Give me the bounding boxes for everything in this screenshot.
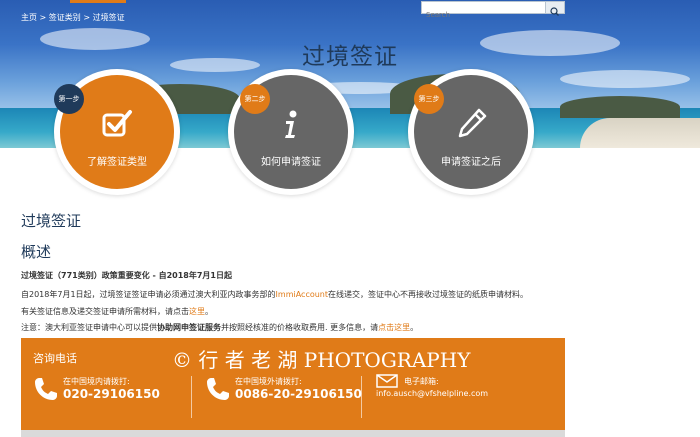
- domestic-phone-label: 在中国境内请拨打:: [63, 377, 130, 386]
- overview-heading: 概述: [21, 243, 52, 261]
- domestic-phone-block: 在中国境内请拨打: 020-29106150: [33, 374, 183, 416]
- column-divider: [361, 376, 362, 418]
- step-2-label: 如何申请签证: [261, 157, 321, 168]
- paragraph-1-text-end: 在线递交，签证中心不再接收过境签证的纸质申请材料。: [328, 290, 529, 299]
- paragraph-3: 注意：澳大利亚签证申请中心可以提供协助网申签证服务并按照经核准的价格收取费用. …: [21, 322, 418, 333]
- breadcrumb-separator: >: [37, 13, 49, 22]
- overseas-phone-number[interactable]: 0086-20-29106150: [235, 387, 362, 401]
- column-divider: [191, 376, 192, 418]
- email-block: 电子邮箱: info.ausch@vfshelpline.com: [376, 374, 556, 416]
- top-accent-bar: [70, 0, 126, 3]
- island: [560, 96, 680, 118]
- paragraph-3-text-end: 。: [410, 323, 419, 332]
- domestic-phone-number[interactable]: 020-29106150: [63, 387, 160, 401]
- paragraph-3-text: 注意：澳大利亚签证申请中心可以提供: [21, 323, 157, 332]
- section-heading: 过境签证: [21, 212, 82, 230]
- phone-icon: [35, 378, 57, 400]
- step-1-badge: 第一步: [54, 84, 84, 114]
- cloud: [560, 70, 690, 88]
- breadcrumb-separator: >: [80, 13, 93, 22]
- step-3-badge: 第三步: [414, 84, 444, 114]
- beach: [580, 118, 700, 148]
- overseas-phone-block: 在中国境外请拨打: 0086-20-29106150: [205, 374, 370, 416]
- breadcrumb-current: 过境签证: [92, 13, 125, 22]
- step-2-badge: 第二步: [240, 84, 270, 114]
- important-notice-text: 过境签证（771类别）政策重要变化 - 自2018年7月1日起: [21, 271, 232, 280]
- breadcrumb-home[interactable]: 主页: [21, 13, 37, 22]
- footer-band: [21, 430, 565, 437]
- envelope-icon: [376, 374, 398, 388]
- overseas-phone-label: 在中国境外请拨打:: [235, 377, 302, 386]
- breadcrumb-category[interactable]: 签证类别: [49, 13, 81, 22]
- step-1-label: 了解签证类型: [87, 157, 147, 168]
- search-icon: [550, 7, 559, 16]
- checkbox-icon: [100, 107, 134, 141]
- email-label: 电子邮箱:: [404, 377, 439, 386]
- paragraph-3-bold: 协助网申签证服务: [157, 323, 221, 332]
- here-link[interactable]: 这里: [189, 307, 205, 316]
- page-hero-title: 过境签证: [302, 44, 398, 70]
- email-address[interactable]: info.ausch@vfshelpline.com: [376, 389, 488, 398]
- paragraph-2-text-end: 。: [205, 307, 213, 316]
- important-notice: 过境签证（771类别）政策重要变化 - 自2018年7月1日起: [21, 270, 232, 281]
- paragraph-2: 有关签证信息及递交签证申请所需材料，请点击这里。: [21, 306, 213, 317]
- search-box: [421, 1, 565, 21]
- search-input[interactable]: [422, 9, 550, 21]
- paragraph-1-text: 自2018年7月1日起，过境签证签证申请必须通过澳大利亚内政事务部的: [21, 290, 276, 299]
- paragraph-2-text: 有关签证信息及递交签证申请所需材料，请点击: [21, 307, 189, 316]
- step-3-label: 申请签证之后: [441, 157, 501, 168]
- contact-title: 咨询电话: [33, 352, 77, 365]
- pencil-icon: [454, 107, 488, 141]
- immiaccount-link[interactable]: ImmiAccount: [276, 290, 328, 299]
- info-icon: [274, 107, 308, 141]
- paragraph-3-text-middle: 并按照经核准的价格收取费用. 更多信息，请: [221, 323, 379, 332]
- breadcrumb: 主页 > 签证类别 > 过境签证: [21, 12, 125, 23]
- paragraph-1: 自2018年7月1日起，过境签证签证申请必须通过澳大利亚内政事务部的ImmiAc…: [21, 289, 528, 300]
- phone-icon: [207, 378, 229, 400]
- watermark-text: © 行 者 老 湖 PHOTOGRAPHY: [172, 348, 471, 372]
- click-here-link[interactable]: 点击这里: [378, 323, 410, 332]
- search-button[interactable]: [545, 2, 564, 16]
